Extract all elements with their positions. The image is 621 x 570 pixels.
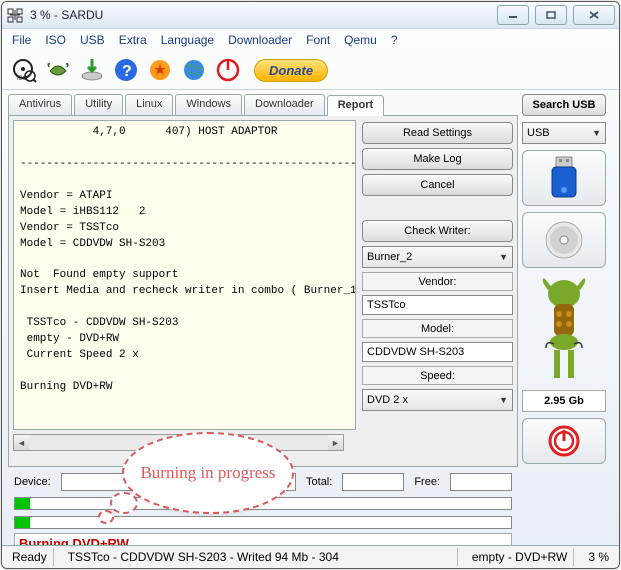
model-label: Model: xyxy=(362,319,513,338)
scroll-left-icon[interactable]: ◄ xyxy=(14,435,29,450)
cancel-button[interactable]: Cancel xyxy=(362,174,513,196)
make-log-button[interactable]: Make Log xyxy=(362,148,513,170)
vendor-value: TSSTco xyxy=(362,295,513,315)
power-icon[interactable] xyxy=(214,56,242,84)
medium-combo[interactable]: USB▼ xyxy=(522,122,606,144)
tab-antivirus[interactable]: Antivirus xyxy=(8,94,72,115)
app-icon xyxy=(6,6,24,24)
power-button[interactable] xyxy=(522,418,606,464)
menu-help[interactable]: ? xyxy=(391,33,398,47)
tab-utility[interactable]: Utility xyxy=(74,94,123,115)
usb-button[interactable] xyxy=(522,150,606,206)
menubar: File ISO USB Extra Language Downloader F… xyxy=(2,29,619,51)
disc-button[interactable] xyxy=(522,212,606,268)
viking-icon[interactable] xyxy=(44,56,72,84)
tab-linux[interactable]: Linux xyxy=(125,94,173,115)
statusbar: Ready TSSTco - CDDVDW SH-S203 - Writed 9… xyxy=(2,545,619,568)
iso-search-icon[interactable]: ISO xyxy=(10,56,38,84)
status-ready: Ready xyxy=(6,548,54,566)
menu-qemu[interactable]: Qemu xyxy=(344,33,377,47)
free-field xyxy=(450,473,512,491)
menu-downloader[interactable]: Downloader xyxy=(228,33,292,47)
check-writer-button[interactable]: Check Writer: xyxy=(362,220,513,242)
total-label: Total: xyxy=(306,476,332,488)
svg-text:ISO: ISO xyxy=(17,76,28,82)
menu-font[interactable]: Font xyxy=(306,33,330,47)
callout-annotation: Burning in progress xyxy=(122,432,294,514)
device-label: Device: xyxy=(14,476,51,488)
svg-text:?: ? xyxy=(122,63,132,80)
tab-windows[interactable]: Windows xyxy=(175,94,242,115)
free-label: Free: xyxy=(414,476,440,488)
model-value: CDDVDW SH-S203 xyxy=(362,342,513,362)
toolbar: ISO ? Donate xyxy=(2,51,619,90)
status-percent: 3 % xyxy=(582,548,615,566)
close-button[interactable] xyxy=(573,5,615,25)
menu-usb[interactable]: USB xyxy=(80,33,105,47)
menu-language[interactable]: Language xyxy=(161,33,214,47)
progress-2 xyxy=(14,516,512,529)
speed-combo[interactable]: DVD 2 x▼ xyxy=(362,389,513,411)
vendor-label: Vendor: xyxy=(362,272,513,291)
dragonball-icon[interactable] xyxy=(146,56,174,84)
titlebar: 3 % - SARDU xyxy=(2,2,619,29)
tabbar: Antivirus Utility Linux Windows Download… xyxy=(8,94,518,116)
menu-iso[interactable]: ISO xyxy=(45,33,66,47)
report-log[interactable]: 4,7,0 407) HOST ADAPTOR ----------------… xyxy=(13,120,356,430)
search-usb-button[interactable]: Search USB xyxy=(522,94,606,116)
maximize-button[interactable] xyxy=(535,5,567,25)
menu-extra[interactable]: Extra xyxy=(119,33,147,47)
status-media: empty - DVD+RW xyxy=(466,548,574,566)
read-settings-button[interactable]: Read Settings xyxy=(362,122,513,144)
donate-button[interactable]: Donate xyxy=(254,59,328,82)
tab-downloader[interactable]: Downloader xyxy=(244,94,325,115)
burner-combo[interactable]: Burner_2▼ xyxy=(362,246,513,268)
help-icon[interactable]: ? xyxy=(112,56,140,84)
download-disc-icon[interactable] xyxy=(78,56,106,84)
tab-report[interactable]: Report xyxy=(327,95,384,116)
menu-file[interactable]: File xyxy=(12,33,31,47)
size-label: 2.95 Gb xyxy=(522,390,606,412)
minimize-button[interactable] xyxy=(497,5,529,25)
window-title: 3 % - SARDU xyxy=(30,8,103,22)
scroll-right-icon[interactable]: ► xyxy=(328,435,343,450)
alien-icon xyxy=(522,274,606,384)
globe-icon[interactable] xyxy=(180,56,208,84)
total-field xyxy=(342,473,404,491)
status-drive: TSSTco - CDDVDW SH-S203 - Writed 94 Mb -… xyxy=(62,548,458,566)
report-panel: 4,7,0 407) HOST ADAPTOR ----------------… xyxy=(8,116,518,467)
speed-label: Speed: xyxy=(362,366,513,385)
